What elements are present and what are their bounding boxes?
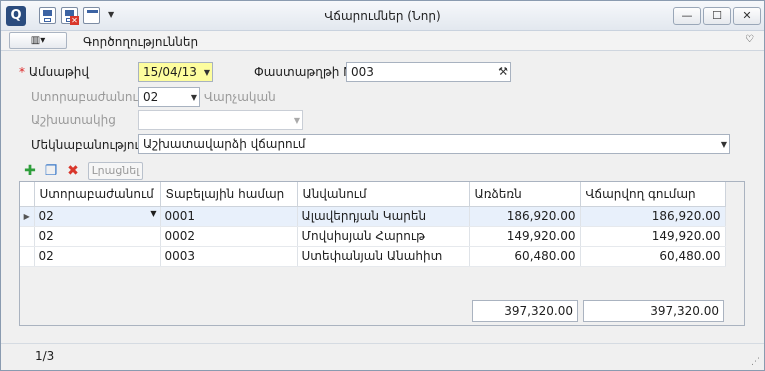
employee-field[interactable]: ▼ — [138, 110, 303, 130]
table-cell[interactable]: 149,920.00 — [469, 226, 581, 247]
row-pointer-icon: ▶ — [20, 206, 35, 227]
table-cell[interactable]: Ստեփանյան Անահիտ — [297, 246, 470, 267]
close-button[interactable]: ✕ — [733, 7, 761, 25]
column-header-name[interactable]: Անվանում — [297, 182, 470, 207]
table-cell[interactable]: 60,480.00 — [469, 246, 581, 267]
table-cell[interactable]: 0003 — [160, 246, 298, 267]
table-header-row: Ստորաբաժանում Տաբելային համար Անվանում Ա… — [20, 182, 726, 207]
row-indicator — [20, 246, 35, 267]
subdivision-description: Վարչական — [204, 90, 276, 104]
subdivision-label: Ստորաբաժանում — [31, 90, 146, 104]
column-header-payable-amount[interactable]: Վճարվող գումար — [580, 182, 726, 207]
row-indicator-header — [20, 182, 35, 207]
table-cell[interactable]: 60,480.00 — [580, 246, 726, 267]
chevron-down-icon[interactable]: ▼ — [294, 112, 300, 129]
table-cell[interactable]: 02 — [34, 226, 161, 247]
maximize-button[interactable]: ☐ — [703, 7, 731, 25]
chevron-down-icon[interactable]: ▼ — [191, 89, 197, 106]
subdivision-field[interactable]: 02 ▼ — [138, 87, 200, 107]
total-cash: 397,320.00 — [472, 300, 578, 322]
delete-row-icon[interactable]: ✖ — [66, 164, 80, 178]
payments-table: Ստորաբաժանում Տաբելային համար Անվանում Ա… — [20, 182, 726, 267]
actions-menu[interactable]: Գործողություններ — [83, 35, 198, 49]
date-label: * Ամսաթիվ — [19, 65, 89, 79]
table-cell[interactable]: Ալավերդյան Կարեն — [297, 206, 470, 227]
table-cell[interactable]: 186,920.00 — [580, 206, 726, 227]
title-bar: Q ✕ ▼ Վճարումներ (Նոր) — ☐ ✕ — [1, 1, 764, 31]
required-mark: * — [19, 65, 25, 79]
copy-row-icon[interactable]: ❐ — [44, 164, 58, 178]
column-header-subdivision[interactable]: Ստորաբաժանում — [34, 182, 161, 207]
status-bar: 1/3 ⋰ — [1, 343, 764, 370]
record-counter: 1/3 — [35, 349, 55, 363]
table-cell[interactable]: 02 ▼ — [34, 206, 161, 227]
table-row[interactable]: 02 0003 Ստեփանյան Անահիտ 60,480.00 60,48… — [20, 246, 726, 267]
comment-label: Մեկնաբանություն — [31, 138, 148, 152]
date-field[interactable]: 15/04/13 ▼ — [138, 62, 213, 82]
table-cell[interactable]: 186,920.00 — [469, 206, 581, 227]
resize-grip-icon[interactable]: ⋰ — [751, 357, 760, 367]
table-cell[interactable]: Մովսիսյան Հարութ — [297, 226, 470, 247]
collapse-icon[interactable]: ♡ — [745, 34, 754, 45]
column-header-tab-number[interactable]: Տաբելային համար — [160, 182, 298, 207]
doc-num-field[interactable]: 003 ⚒ — [346, 62, 511, 82]
doc-num-label: Փաստաթղթի N — [254, 65, 353, 79]
minimize-button[interactable]: — — [673, 7, 701, 25]
wand-icon[interactable]: ⚒ — [498, 63, 508, 81]
chevron-down-icon[interactable]: ▼ — [721, 136, 727, 153]
table-row[interactable]: 02 0002 Մովսիսյան Հարութ 149,920.00 149,… — [20, 226, 726, 247]
table-cell[interactable]: 149,920.00 — [580, 226, 726, 247]
chevron-down-icon[interactable]: ▼ — [204, 64, 210, 81]
payments-grid: Ստորաբաժանում Տաբելային համար Անվանում Ա… — [19, 181, 745, 326]
row-indicator — [20, 226, 35, 247]
fill-button[interactable]: Լրացնել — [88, 162, 143, 180]
column-header-cash[interactable]: Առձեռն — [469, 182, 581, 207]
add-row-icon[interactable]: ✚ — [23, 164, 37, 178]
table-cell[interactable]: 0002 — [160, 226, 298, 247]
layout-menu-button[interactable]: ▥▾ — [9, 32, 67, 49]
table-row[interactable]: ▶ 02 ▼ 0001 Ալավերդյան Կարեն 186,920.00 1… — [20, 206, 726, 227]
window-title: Վճարումներ (Նոր) — [324, 9, 441, 23]
window: Q ✕ ▼ Վճարումներ (Նոր) — ☐ ✕ ▥▾ Գործողու… — [0, 0, 765, 371]
total-payable-amount: 397,320.00 — [583, 300, 724, 322]
table-cell[interactable]: 02 — [34, 246, 161, 267]
chevron-down-icon[interactable]: ▼ — [150, 209, 159, 218]
table-cell[interactable]: 0001 — [160, 206, 298, 227]
employee-label: Աշխատակից — [31, 113, 116, 127]
menu-bar: ▥▾ Գործողություններ ♡ — [1, 31, 764, 51]
comment-field[interactable]: Աշխատավարձի վճարում ▼ — [138, 134, 730, 154]
